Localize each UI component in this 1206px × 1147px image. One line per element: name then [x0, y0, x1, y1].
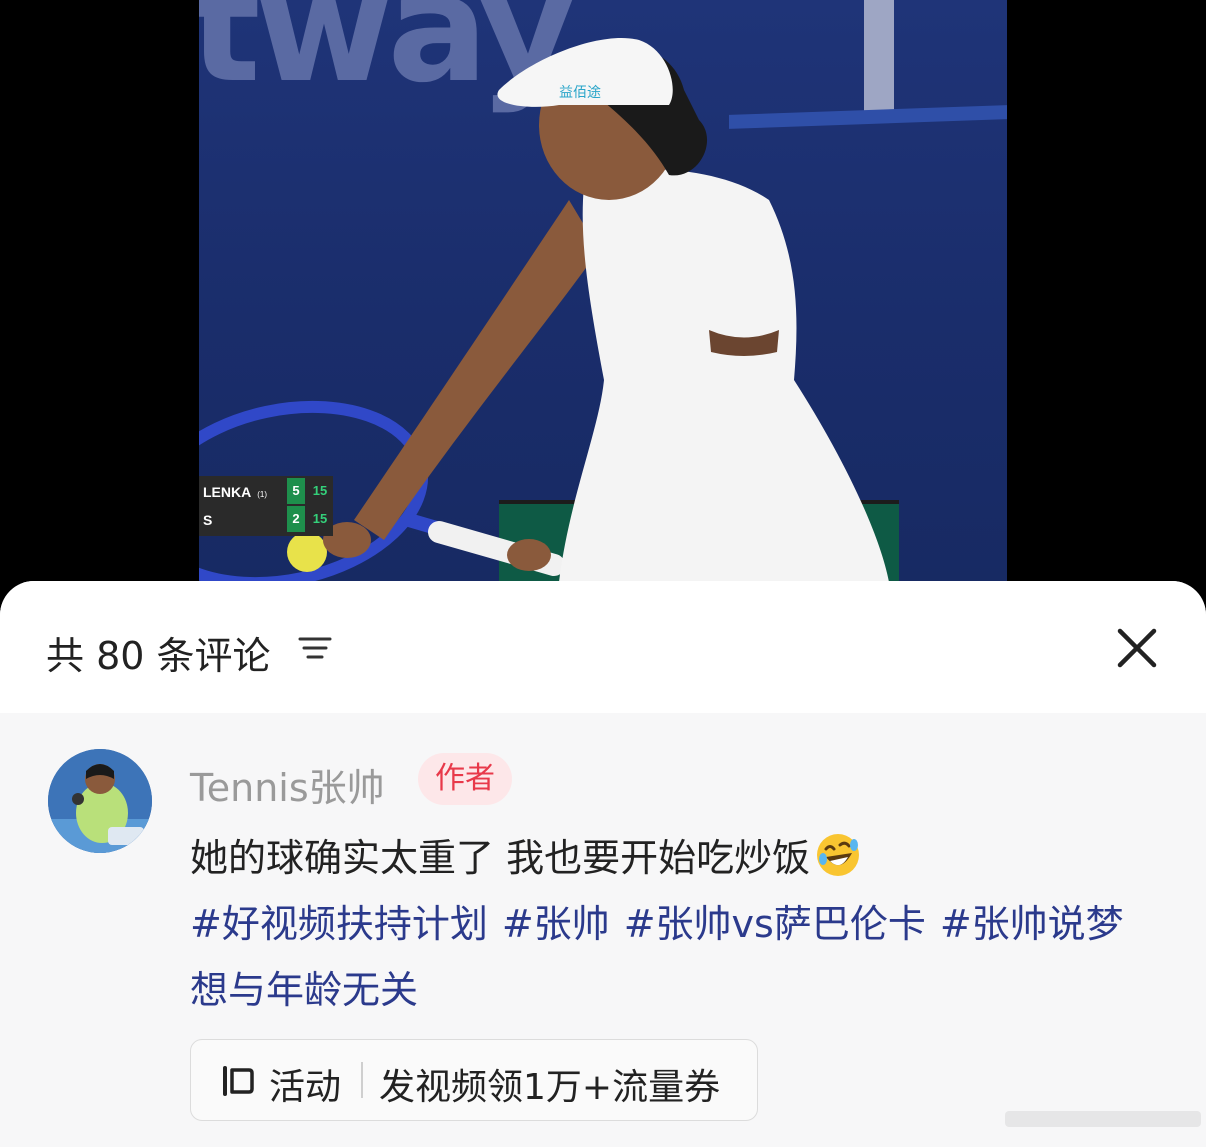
video-frame: tway 益佰途 LENKA (1) 5 15 S 2 15: [199, 0, 1007, 582]
watermark-icon: [1005, 1111, 1201, 1127]
comment-text: 她的球确实太重了 我也要开始吃炒饭: [190, 836, 811, 880]
player1-points: 15: [312, 483, 328, 498]
comments-header: 共 80 条评论: [0, 581, 1206, 713]
player2-sets: 2: [287, 506, 305, 532]
scoreboard: LENKA (1) 5 15 S 2 15: [199, 476, 333, 536]
player1-seed: (1): [257, 490, 268, 499]
avatar[interactable]: [48, 749, 152, 853]
activity-divider: [361, 1062, 363, 1098]
comments-sheet: 共 80 条评论 Tennis张帅 作者 她的球确实太重了 我也要开始吃炒饭 #…: [0, 581, 1206, 1147]
comment-count-label: 共 80 条评论: [46, 634, 271, 678]
hashtag-list: #好视频扶持计划 #张帅 #张帅vs萨巴伦卡 #张帅说梦想与年龄无关: [190, 902, 1124, 1012]
activity-icon: [223, 1066, 254, 1096]
scoreboard-row: LENKA (1) 5 15: [199, 478, 333, 506]
activity-text: 发视频领1万+流量券: [379, 1067, 721, 1108]
activity-card[interactable]: 活动 发视频领1万+流量券: [190, 1039, 758, 1121]
player1-sets: 5: [287, 478, 305, 504]
filter-icon[interactable]: [298, 633, 332, 663]
hashtag-link[interactable]: #张帅vs萨巴伦卡: [624, 902, 926, 946]
comment-body: 她的球确实太重了 我也要开始吃炒饭 #好视频扶持计划 #张帅 #张帅vs萨巴伦卡 #张…: [190, 825, 1150, 1023]
cap-logo-text: 益佰途: [559, 84, 601, 101]
hashtag-link[interactable]: #好视频扶持计划: [190, 902, 488, 946]
scoreboard-row: S 2 15: [199, 506, 333, 534]
player2-name: S: [203, 512, 213, 528]
player1-name: LENKA: [203, 484, 252, 500]
activity-label: 活动: [269, 1067, 342, 1108]
comment-username[interactable]: Tennis张帅: [190, 757, 385, 812]
comment-item: Tennis张帅 作者 她的球确实太重了 我也要开始吃炒饭 #好视频扶持计划 #张…: [0, 713, 1206, 1147]
close-icon[interactable]: [1114, 625, 1160, 671]
player2-points: 15: [312, 511, 328, 526]
avatar-image: [48, 749, 152, 853]
author-badge: 作者: [418, 753, 512, 805]
video-player[interactable]: tway 益佰途 LENKA (1) 5 15 S 2 15: [0, 0, 1206, 600]
hashtag-link[interactable]: #张帅: [502, 902, 610, 946]
laughing-emoji-icon: [817, 834, 860, 876]
